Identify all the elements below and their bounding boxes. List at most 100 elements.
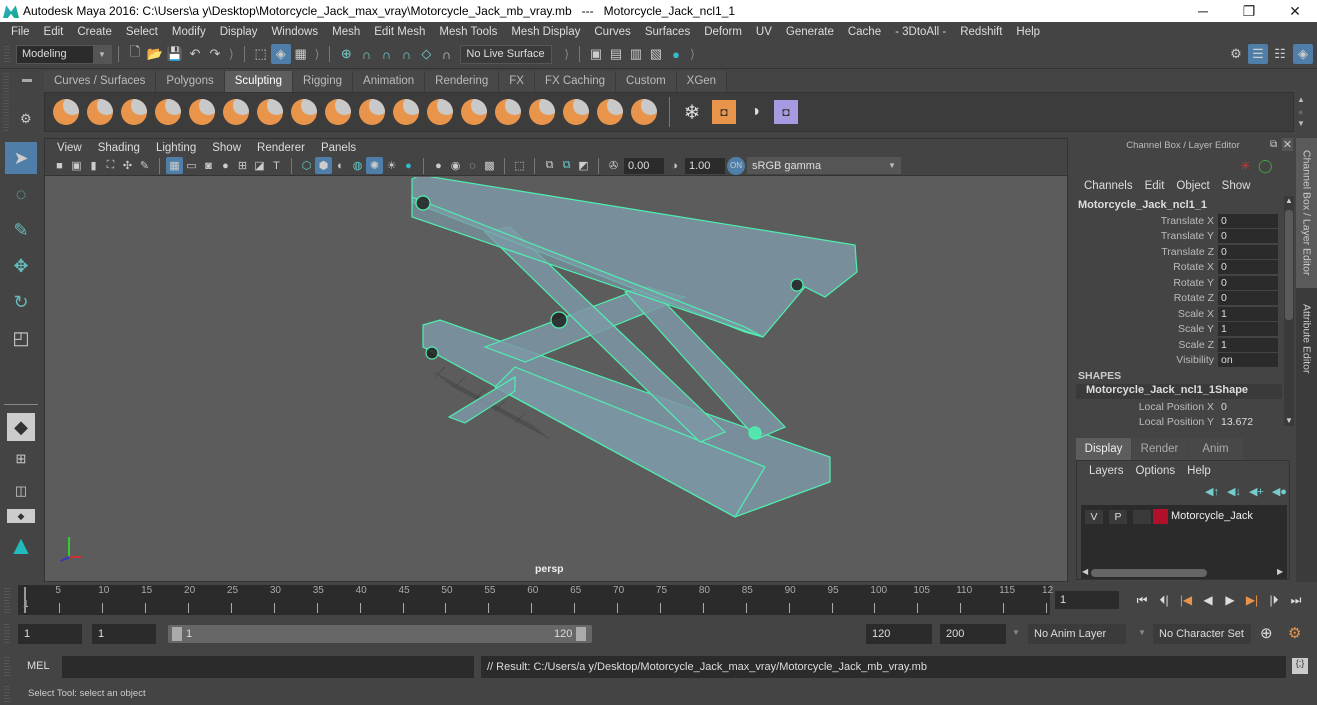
imprint-tool-icon[interactable] — [359, 99, 385, 125]
freeze-tool-icon[interactable] — [631, 99, 657, 125]
collapse-arrow-icon[interactable]: ⟩ — [229, 47, 234, 61]
shelf-settings-gear-icon[interactable]: ⚙ — [20, 111, 32, 127]
safe-action-icon[interactable]: ◪ — [251, 157, 268, 174]
menu-modify[interactable]: Modify — [165, 26, 213, 38]
paint-select-tool-icon[interactable]: ✎ — [5, 214, 37, 246]
viewport-menu-renderer[interactable]: Renderer — [249, 142, 313, 154]
scroll-right-icon[interactable]: ▶ — [1277, 567, 1283, 576]
layer-tab-anim[interactable]: Anim — [1188, 438, 1243, 460]
speed-icon[interactable]: ◯ — [1258, 158, 1273, 174]
menu-edit-mesh[interactable]: Edit Mesh — [367, 26, 432, 38]
viewport-menu-shading[interactable]: Shading — [90, 142, 148, 154]
knife-tool-icon[interactable] — [495, 99, 521, 125]
foamy-tool-icon[interactable] — [257, 99, 283, 125]
shelf-tab-fx-caching[interactable]: FX Caching — [534, 71, 617, 92]
layer-menu-layers[interactable]: Layers — [1083, 465, 1130, 477]
xray-icon[interactable]: ⧉ — [541, 157, 558, 174]
layer-list-hscrollbar[interactable]: ◀ ▶ — [1081, 567, 1287, 579]
collapse-arrow-icon[interactable]: ⟩ — [315, 47, 320, 61]
layer-row[interactable]: V P Motorcycle_Jack — [1081, 505, 1287, 529]
rotate-tool-icon[interactable]: ↻ — [5, 286, 37, 318]
shelf-menu-icon[interactable] — [22, 79, 32, 82]
grip-handle[interactable] — [4, 686, 10, 702]
side-tab-attribute-editor[interactable]: Attribute Editor — [1296, 294, 1317, 384]
menu-generate[interactable]: Generate — [779, 26, 841, 38]
scale-tool-icon[interactable]: ◰ — [5, 322, 37, 354]
menu-deform[interactable]: Deform — [697, 26, 749, 38]
smooth-shade-icon[interactable]: ⬢ — [315, 157, 332, 174]
select-tool-icon[interactable]: ➤ — [5, 142, 37, 174]
xray-components-icon[interactable]: ◩ — [575, 157, 592, 174]
render-settings-icon[interactable]: ▧ — [646, 44, 666, 64]
field-chart-icon[interactable]: ⊞ — [234, 157, 251, 174]
scrollbar-thumb[interactable] — [1285, 210, 1293, 320]
layer-menu-options[interactable]: Options — [1130, 465, 1182, 477]
camera-icon[interactable]: ■ — [51, 157, 68, 174]
grip-handle[interactable] — [4, 46, 10, 62]
collapse-arrow-icon[interactable]: ⟩ — [690, 47, 695, 61]
animation-end-field[interactable]: 200 — [940, 624, 1006, 644]
attr-value-field[interactable]: 1 — [1218, 321, 1278, 336]
menu-edit[interactable]: Edit — [37, 26, 71, 38]
gamma-field[interactable]: 1.00 — [685, 157, 725, 174]
new-layer-icon[interactable]: ◀+ — [1249, 485, 1264, 498]
grip-handle[interactable] — [3, 73, 9, 131]
scrape-tool-icon[interactable] — [427, 99, 453, 125]
render-current-frame-icon[interactable]: ▤ — [606, 44, 626, 64]
gamma-icon[interactable]: ◑ — [666, 157, 683, 174]
open-scene-icon[interactable]: 📂 — [145, 44, 165, 64]
redo-icon[interactable]: ↷ — [205, 44, 225, 64]
relax-tool-icon[interactable] — [121, 99, 147, 125]
layer-playback-toggle[interactable]: P — [1109, 510, 1127, 524]
menu-uv[interactable]: UV — [749, 26, 779, 38]
tool-settings-icon[interactable]: ☷ — [1270, 44, 1290, 64]
anti-aliasing-icon[interactable]: ◌ — [464, 157, 481, 174]
step-back-frame-icon[interactable]: ⏴| — [1156, 593, 1172, 608]
amplify-tool-icon[interactable] — [597, 99, 623, 125]
step-forward-frame-icon[interactable]: |⏵ — [1266, 593, 1282, 608]
wax-tool-icon[interactable] — [393, 99, 419, 125]
color-management-toggle-icon[interactable]: ON — [727, 156, 745, 175]
menu-display[interactable]: Display — [213, 26, 265, 38]
attr-value-field[interactable]: 0 — [1218, 259, 1278, 274]
scroll-down-icon[interactable]: ▼ — [1285, 416, 1293, 425]
auto-key-icon[interactable]: ⊕ — [1260, 624, 1273, 642]
shelf-tab-sculpting[interactable]: Sculpting — [224, 71, 294, 92]
play-forwards-icon[interactable]: ▶ — [1222, 593, 1238, 607]
chevron-down-icon[interactable]: ▼ — [1138, 628, 1146, 637]
maximize-button[interactable]: ❐ — [1226, 0, 1272, 22]
channel-box-menu-object[interactable]: Object — [1170, 180, 1215, 192]
select-object-icon[interactable]: ◈ — [270, 44, 291, 64]
spray-tool-icon[interactable] — [291, 99, 317, 125]
bookmark-icon[interactable]: ▮ — [85, 157, 102, 174]
bulge-tool-icon[interactable] — [563, 99, 589, 125]
grab-tool-icon[interactable] — [155, 99, 181, 125]
shelf-tab-polygons[interactable]: Polygons — [156, 71, 225, 92]
channel-box-menu-edit[interactable]: Edit — [1139, 180, 1171, 192]
step-back-key-icon[interactable]: |◀ — [1178, 593, 1194, 607]
camera-attributes-icon[interactable]: ▣ — [68, 157, 85, 174]
channel-box-menu-show[interactable]: Show — [1216, 180, 1257, 192]
menu-surfaces[interactable]: Surfaces — [638, 26, 697, 38]
wireframe-on-shaded-icon[interactable]: ◍ — [349, 157, 366, 174]
isolate-select-icon[interactable]: ⬚ — [511, 157, 528, 174]
two-pane-layout-icon[interactable]: ◫ — [7, 477, 35, 505]
outliner-layout-icon[interactable]: ◆ — [7, 509, 35, 523]
shadows-icon[interactable]: ● — [400, 157, 417, 174]
lasso-tool-icon[interactable]: ◌ — [5, 178, 37, 210]
motion-blur-icon[interactable]: ◉ — [447, 157, 464, 174]
collapse-arrow-icon[interactable]: ⟩ — [564, 47, 569, 61]
scrollbar-thumb[interactable] — [1091, 569, 1207, 577]
shelf-scroll-dot-icon[interactable]: ● — [1298, 107, 1303, 117]
layer-tab-display[interactable]: Display — [1076, 438, 1131, 460]
smear-tool-icon[interactable] — [529, 99, 555, 125]
new-scene-icon[interactable]: 🗋 — [125, 44, 145, 64]
new-layer-from-selected-icon[interactable]: ◀● — [1272, 485, 1287, 498]
attr-value-field[interactable]: 0 — [1218, 275, 1278, 290]
film-gate-icon[interactable]: ▭ — [183, 157, 200, 174]
ipr-render-icon[interactable]: ▥ — [626, 44, 646, 64]
attr-value-field[interactable]: 0 — [1218, 400, 1278, 414]
viewport-menu-lighting[interactable]: Lighting — [148, 142, 204, 154]
attr-value-field[interactable]: 1 — [1218, 306, 1278, 321]
move-layer-down-icon[interactable]: ◀↓ — [1227, 485, 1241, 498]
